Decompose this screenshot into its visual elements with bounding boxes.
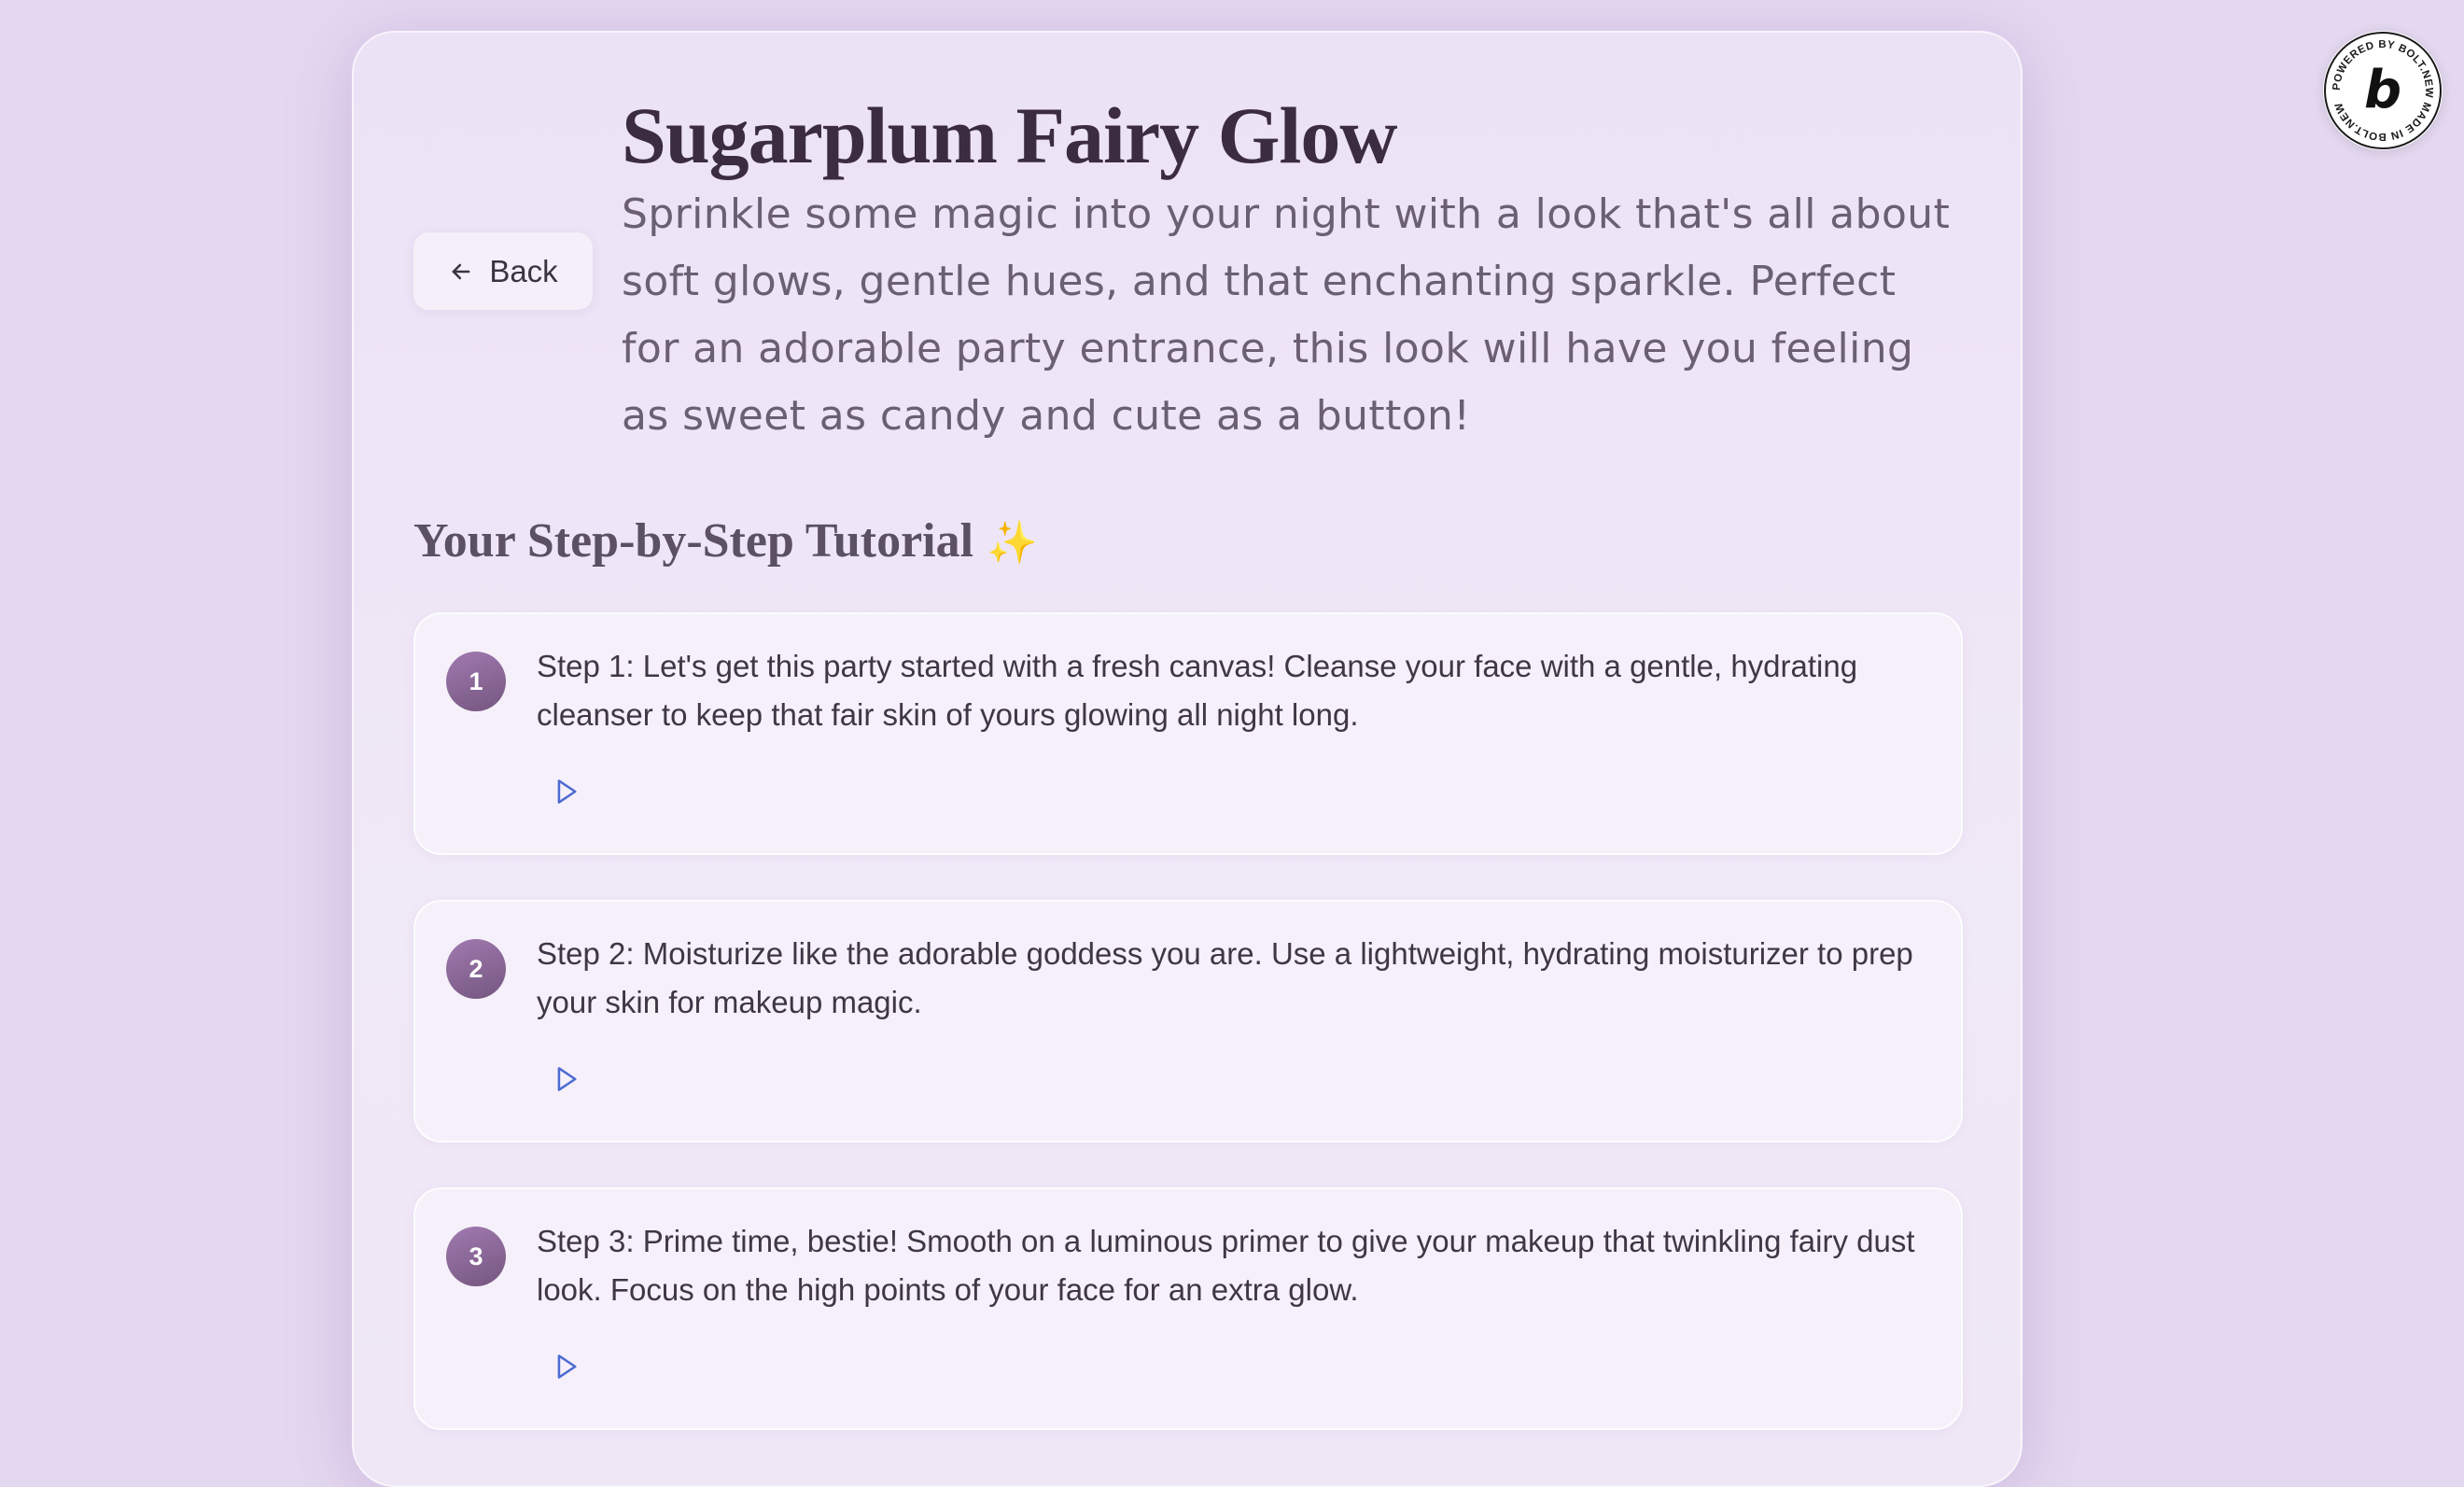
play-icon [553,1353,580,1384]
sparkles-icon: ✨ [987,519,1038,567]
badge-letter: b [2364,60,2401,120]
play-icon [553,1065,580,1097]
play-button[interactable] [548,1350,585,1387]
step-card-1: 1 Step 1: Let's get this party started w… [413,612,1963,855]
back-button-label: Back [489,253,558,288]
play-icon [553,778,580,809]
step-number-badge: 3 [446,1227,506,1286]
tutorial-heading: Your Step-by-Step Tutorial ✨ [413,509,1038,576]
play-button[interactable] [548,775,585,812]
bolt-badge[interactable]: POWERED BY BOLT.NEW MADE IN BOLT.NEW b [2323,31,2443,150]
tutorial-heading-text: Your Step-by-Step Tutorial [413,514,974,568]
step-text: Step 1: Let's get this party started wit… [537,649,1858,732]
back-button[interactable]: Back [413,232,593,310]
arrow-left-icon [448,259,474,285]
bolt-logo-icon: POWERED BY BOLT.NEW MADE IN BOLT.NEW b [2324,32,2442,149]
page-intro: Sprinkle some magic into your night with… [622,190,1951,440]
play-button[interactable] [548,1062,585,1100]
page-title: Sugarplum Fairy Glow [622,91,1398,180]
step-number-badge: 2 [446,939,506,999]
step-number-badge: 1 [446,652,506,711]
step-card-3: 3 Step 3: Prime time, bestie! Smooth on … [413,1187,1963,1430]
step-card-2: 2 Step 2: Moisturize like the adorable g… [413,900,1963,1143]
step-text: Step 2: Moisturize like the adorable god… [537,936,1913,1019]
step-text: Step 3: Prime time, bestie! Smooth on a … [537,1224,1915,1307]
